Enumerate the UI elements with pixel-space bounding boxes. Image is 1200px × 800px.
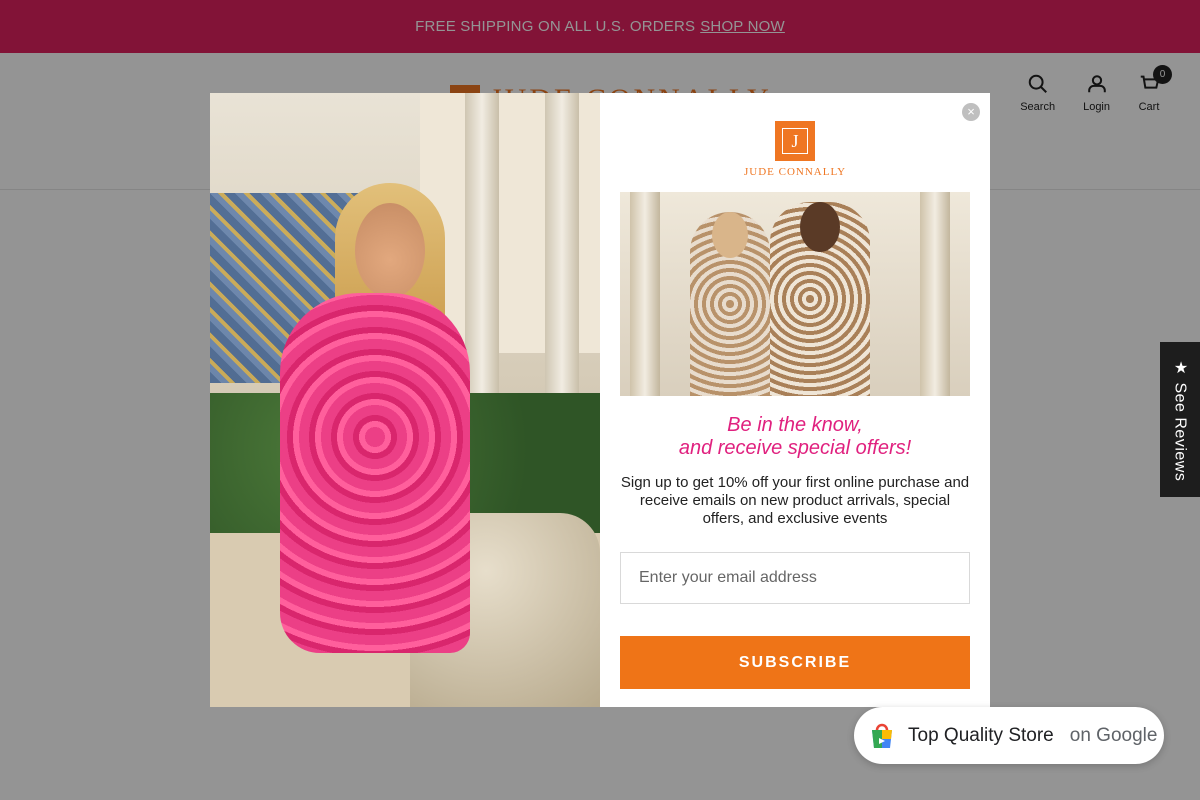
headline-line-1: Be in the know, [727, 414, 863, 436]
column [545, 93, 579, 433]
badge-suffix: on Google [1069, 724, 1158, 746]
badge-title: Top Quality Store [908, 724, 1054, 746]
see-reviews-tab[interactable]: ★ See Reviews [1160, 342, 1200, 497]
popup-content: × J JUDE CONNALLY Be in the know, and re… [600, 93, 990, 707]
google-store-badge[interactable]: Top Quality Store on Google [854, 707, 1164, 764]
popup-headline: Be in the know, and receive special offe… [679, 414, 911, 460]
j-logo-icon: J [775, 121, 815, 161]
popup-hero-image [210, 93, 600, 707]
model-left-head [712, 212, 748, 258]
google-shopping-bag-icon [872, 723, 892, 748]
see-reviews-label: ★ See Reviews [1171, 357, 1189, 482]
model-right-head [800, 202, 840, 252]
popup-product-photo [620, 192, 970, 396]
column [465, 93, 499, 433]
popup-description: Sign up to get 10% off your first online… [620, 474, 970, 527]
subscribe-button[interactable]: SUBSCRIBE [620, 636, 970, 689]
popup-logo: J JUDE CONNALLY [744, 121, 846, 178]
newsletter-popup: × J JUDE CONNALLY Be in the know, and re… [210, 93, 990, 707]
close-icon: × [967, 104, 975, 119]
popup-brand-name: JUDE CONNALLY [743, 166, 847, 178]
pink-dress [280, 293, 470, 653]
column [920, 192, 950, 396]
headline-line-2: and receive special offers! [678, 437, 912, 459]
model-face [355, 203, 425, 298]
column [630, 192, 660, 396]
email-field[interactable] [620, 552, 970, 604]
close-button[interactable]: × [962, 103, 980, 121]
j-logo-letter: J [782, 128, 808, 154]
